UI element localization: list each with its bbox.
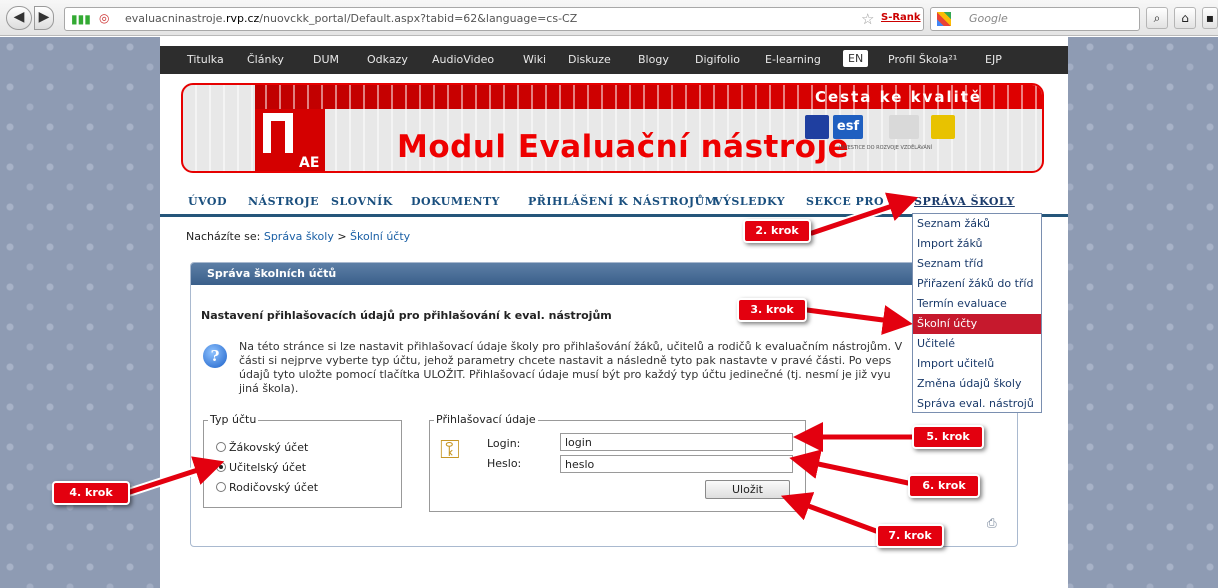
topnav-ejp[interactable]: EJP bbox=[985, 53, 1002, 66]
panel-title: Správa školních účtů bbox=[207, 267, 337, 280]
dropdown-item-prirazeni[interactable]: Přiřazení žáků do tříd bbox=[913, 274, 1041, 294]
annotation-step-3: 3. krok bbox=[737, 298, 807, 322]
address-bar[interactable]: ▮▮▮ ◎ evaluacninastroje.rvp.cz/nuovckk_p… bbox=[64, 7, 942, 31]
dropdown-item-seznam-zaku[interactable]: Seznam žáků bbox=[913, 214, 1041, 234]
menu-nastroje[interactable]: NÁSTROJE bbox=[248, 195, 319, 208]
breadcrumb: Nacházíte se: Správa školy > Školní účty bbox=[186, 230, 410, 243]
radio-rodicovsky[interactable]: Rodičovský účet bbox=[216, 481, 318, 494]
search-placeholder: Google bbox=[969, 12, 1008, 25]
dropdown-item-zmena-udaju[interactable]: Změna údajů školy bbox=[913, 374, 1041, 394]
search-icon[interactable]: ⌕ bbox=[1146, 7, 1168, 29]
topnav-blogy[interactable]: Blogy bbox=[638, 53, 669, 66]
print-icon[interactable]: ⎙ bbox=[987, 516, 997, 531]
menu-sekce-pro[interactable]: SEKCE PRO bbox=[806, 195, 884, 208]
back-arrow-icon: ◀ bbox=[13, 9, 25, 25]
msmt-logo bbox=[889, 115, 919, 139]
google-icon bbox=[937, 12, 951, 26]
pae-logo-text: AE bbox=[299, 155, 320, 171]
menu-vysledky[interactable]: VÝSLEDKY bbox=[714, 195, 785, 208]
breadcrumb-separator: > bbox=[337, 230, 347, 243]
dropdown-item-skolni-ucty[interactable]: Školní účty bbox=[913, 314, 1041, 334]
radio-zakovsky[interactable]: Žákovský účet bbox=[216, 441, 308, 454]
search-bar[interactable]: Google bbox=[930, 7, 1140, 31]
bookmark-star-icon[interactable]: ☆ bbox=[861, 10, 874, 28]
login-input[interactable]: login bbox=[560, 433, 793, 451]
forward-arrow-icon: ▶ bbox=[38, 9, 50, 25]
annotation-step-2: 2. krok bbox=[743, 219, 811, 243]
topnav-audiovideo[interactable]: AudioVideo bbox=[432, 53, 494, 66]
annotation-step-7: 7. krok bbox=[876, 524, 944, 548]
banner-title: Modul Evaluační nástroje bbox=[397, 129, 850, 165]
language-en-button[interactable]: EN bbox=[843, 50, 869, 67]
op-logo bbox=[931, 115, 955, 139]
srank-badge[interactable]: S-Rank bbox=[881, 12, 921, 23]
url-text: evaluacninastroje.rvp.cz/nuovckk_portal/… bbox=[125, 12, 578, 25]
panel-header: Správa školních účtů bbox=[191, 263, 1017, 285]
topnav-wiki[interactable]: Wiki bbox=[523, 53, 546, 66]
topnav-profil-skola[interactable]: Profil Škola²¹ bbox=[888, 53, 957, 66]
annotation-step-6: 6. krok bbox=[908, 474, 980, 498]
esf-logo: esf bbox=[833, 115, 863, 139]
menu-prihlaseni[interactable]: PŘIHLÁŠENÍ K NÁSTROJŮM bbox=[528, 195, 717, 208]
portal-top-nav: Titulka Články DUM Odkazy AudioVideo Wik… bbox=[160, 46, 1068, 74]
back-button[interactable]: ◀ bbox=[6, 6, 32, 30]
credentials-legend: Přihlašovací údaje bbox=[434, 413, 538, 426]
bookmarks-icon[interactable]: ▪ bbox=[1202, 7, 1218, 29]
home-icon[interactable]: ⌂ bbox=[1174, 7, 1196, 29]
eu-note: INVESTICE DO ROZVOJE VZDĚLÁVÁNÍ bbox=[839, 145, 933, 151]
password-input[interactable]: heslo bbox=[560, 455, 793, 473]
breadcrumb-prefix: Nacházíte se: bbox=[186, 230, 261, 243]
pae-logo: AE bbox=[255, 109, 325, 171]
menu-sprava-skoly[interactable]: SPRÁVA ŠKOLY bbox=[914, 195, 1015, 208]
password-label: Heslo: bbox=[487, 457, 522, 470]
dropdown-item-seznam-trid[interactable]: Seznam tříd bbox=[913, 254, 1041, 274]
breadcrumb-skolni-ucty[interactable]: Školní účty bbox=[350, 230, 410, 243]
dropdown-item-termin[interactable]: Termín evaluace bbox=[913, 294, 1041, 314]
account-type-fieldset: Typ účtu Žákovský účet Učitelský účet Ro… bbox=[203, 413, 402, 508]
menu-dokumenty[interactable]: DOKUMENTY bbox=[411, 195, 500, 208]
topnav-dum[interactable]: DUM bbox=[313, 53, 339, 66]
radio-icon[interactable] bbox=[216, 482, 226, 492]
annotation-step-5: 5. krok bbox=[912, 425, 984, 449]
save-button[interactable]: Uložit bbox=[705, 480, 790, 499]
eu-flag-icon bbox=[805, 115, 829, 139]
signal-icon: ▮▮▮ bbox=[71, 12, 91, 26]
banner-tagline: Cesta ke kvalitě bbox=[815, 88, 983, 106]
pae-p-shape bbox=[263, 113, 293, 153]
menu-slovnik[interactable]: SLOVNÍK bbox=[331, 195, 393, 208]
browser-toolbar: ◀ ▶ ▮▮▮ ◎ evaluacninastroje.rvp.cz/nuovc… bbox=[0, 0, 1218, 36]
site-identity-icon[interactable]: ◎ bbox=[99, 11, 109, 25]
annotation-step-4: 4. krok bbox=[52, 481, 130, 505]
topnav-odkazy[interactable]: Odkazy bbox=[367, 53, 408, 66]
keys-icon: ⚿ bbox=[440, 435, 460, 465]
radio-ucitelsky[interactable]: Učitelský účet bbox=[216, 461, 306, 474]
account-type-legend: Typ účtu bbox=[208, 413, 259, 426]
sprava-skoly-dropdown: Seznam žáků Import žáků Seznam tříd Přiř… bbox=[912, 213, 1042, 413]
dropdown-item-sprava-nastroju[interactable]: Správa eval. nástrojů bbox=[913, 394, 1041, 414]
topnav-digifolio[interactable]: Digifolio bbox=[695, 53, 740, 66]
info-icon: ? bbox=[203, 344, 227, 368]
radio-checked-icon[interactable] bbox=[216, 462, 226, 472]
radio-icon[interactable] bbox=[216, 442, 226, 452]
breadcrumb-sprava-skoly[interactable]: Správa školy bbox=[264, 230, 334, 243]
login-label: Login: bbox=[487, 437, 521, 450]
forward-button[interactable]: ▶ bbox=[34, 6, 54, 30]
dropdown-item-import-zaku[interactable]: Import žáků bbox=[913, 234, 1041, 254]
module-banner: AE Modul Evaluační nástroje Cesta ke kva… bbox=[181, 83, 1044, 173]
dropdown-item-ucitele[interactable]: Učitelé bbox=[913, 334, 1041, 354]
topnav-diskuze[interactable]: Diskuze bbox=[568, 53, 611, 66]
topnav-elearning[interactable]: E-learning bbox=[765, 53, 821, 66]
section-heading: Nastavení přihlašovacích údajů pro přihl… bbox=[201, 309, 612, 322]
menu-uvod[interactable]: ÚVOD bbox=[188, 195, 227, 208]
info-text: Na této stránce si lze nastavit přihlašo… bbox=[239, 340, 903, 395]
topnav-titulka[interactable]: Titulka bbox=[187, 53, 224, 66]
dropdown-item-import-ucitelu[interactable]: Import učitelů bbox=[913, 354, 1041, 374]
topnav-clanky[interactable]: Články bbox=[247, 53, 284, 66]
